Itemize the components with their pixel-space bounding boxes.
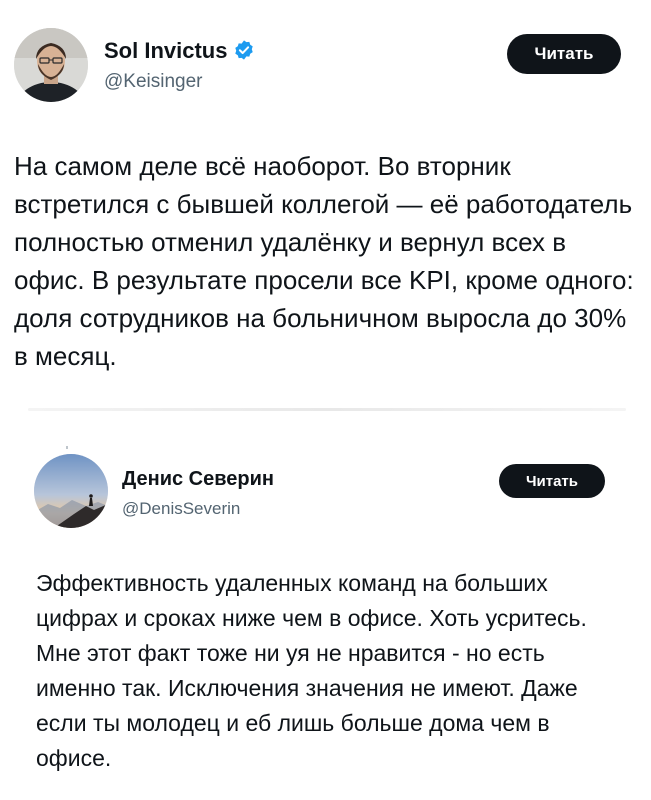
follow-button[interactable]: Читать <box>499 464 605 498</box>
author-name[interactable]: Денис Северин <box>122 468 274 491</box>
mountain-silhouette-avatar-icon <box>34 454 108 528</box>
tweet-text: Эффективность удаленных команд на больши… <box>36 570 587 771</box>
tweet-card-2[interactable]: Денис Северин @DenisSeverin Читать Эффек… <box>0 0 651 800</box>
author-handle[interactable]: @DenisSeverin <box>122 499 240 519</box>
author-avatar[interactable] <box>34 454 108 528</box>
